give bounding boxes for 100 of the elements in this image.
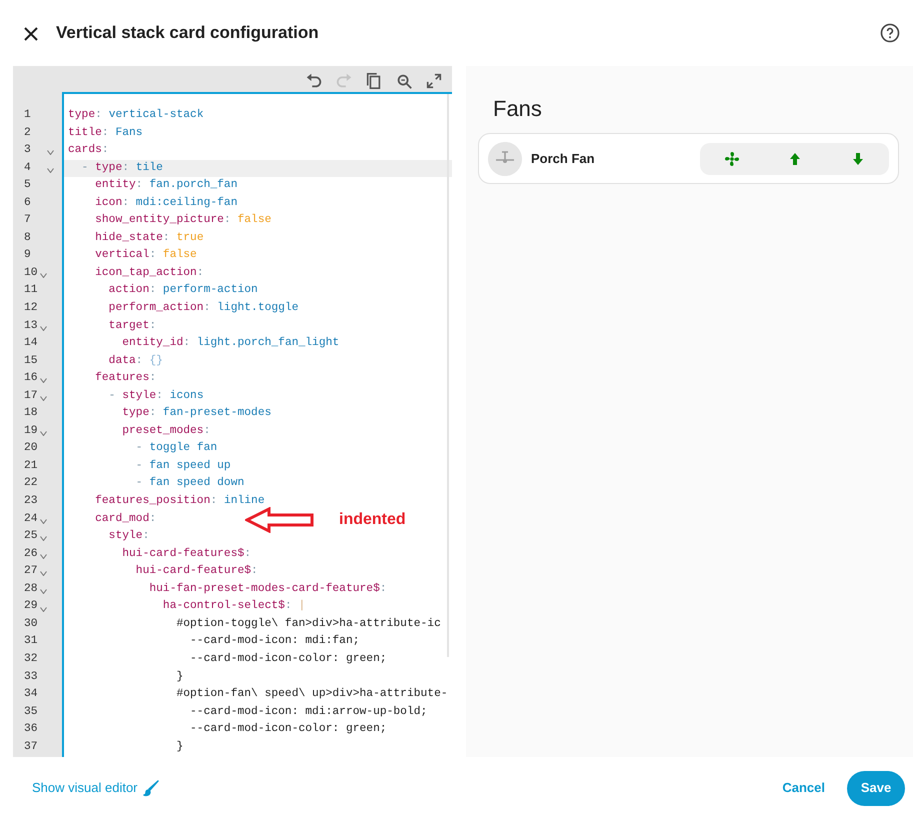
code-line: --card-mod-icon-color: green; [189, 723, 387, 736]
line-number: 18 [24, 406, 37, 422]
fold-chevron-icon[interactable] [40, 396, 47, 402]
line-number: 21 [24, 458, 37, 474]
fold-chevron-icon[interactable] [47, 150, 54, 156]
code-line: features: [94, 372, 156, 384]
line-number: 19 [24, 424, 37, 439]
code-line: entity_id: light.porch_fan_light [121, 337, 340, 350]
line-number: 14 [24, 336, 37, 352]
card-title: Fans [493, 96, 543, 122]
code-line: --card-mod-icon: mdi:arrow-up-bold; [189, 706, 428, 718]
line-number: 37 [24, 740, 37, 755]
fold-chevron-icon[interactable] [40, 554, 47, 559]
code-line: hui-fan-preset-modes-card-feature$: [148, 582, 387, 595]
line-number: 22 [24, 476, 37, 492]
line-number: 27 [24, 564, 37, 580]
code-line: --card-mod-icon: mdi:fan; [189, 635, 360, 648]
line-number: 36 [24, 722, 37, 738]
code-line: ha-control-select$: | [162, 600, 306, 612]
tile-name: Porch Fan [531, 150, 595, 168]
line-number: 2 [24, 126, 32, 141]
line-number: 10 [24, 266, 37, 281]
line-number: 30 [24, 616, 37, 632]
fold-chevron-icon[interactable] [40, 571, 47, 576]
line-number: 20 [24, 441, 37, 456]
arrow-up-icon [788, 152, 800, 166]
line-number: 24 [24, 512, 37, 527]
line-number: 1 [24, 108, 32, 123]
code-line: vertical: false [94, 249, 197, 262]
code-line: title: Fans [68, 126, 143, 139]
code-line: style: [108, 530, 150, 542]
code-line: - fan speed down [134, 477, 244, 490]
line-number: 7 [24, 213, 32, 228]
code-line: type: fan-preset-modes [121, 407, 272, 420]
tile-card[interactable]: Porch Fan [478, 133, 899, 184]
save-button[interactable]: Save [847, 770, 905, 806]
fold-chevron-icon[interactable] [47, 168, 54, 173]
code-line: cards: [68, 144, 109, 156]
code-line: features_position: inline [94, 495, 265, 508]
code-line: #option-toggle\ fan>div>ha-attribute-ic [175, 618, 441, 630]
line-number: 11 [24, 283, 37, 298]
line-number: 13 [24, 318, 37, 334]
code-line: icon_tap_action: [94, 266, 204, 279]
code-line: - style: icons [108, 390, 204, 402]
line-number: 26 [24, 546, 37, 562]
code-line: icon: mdi:ceiling-fan [94, 196, 238, 209]
line-number: 33 [24, 670, 37, 684]
line-number: 29 [24, 599, 37, 614]
line-number: 8 [24, 230, 32, 246]
fold-chevron-icon[interactable] [40, 606, 47, 612]
code-line: data: {} [108, 354, 163, 367]
code-line: #option-fan\ speed\ up>div>ha-attribute- [175, 688, 448, 700]
line-number: 15 [24, 354, 37, 369]
line-number: 3 [24, 143, 32, 158]
code-line: - type: tile [80, 162, 163, 174]
line-number: 4 [24, 160, 32, 176]
code-line: action: perform-action [108, 284, 258, 296]
code-line: entity: fan.porch_fan [94, 179, 238, 192]
line-number: 32 [24, 652, 37, 667]
fold-chevron-icon[interactable] [40, 518, 47, 524]
code-line: --card-mod-icon-color: green; [189, 652, 387, 665]
cancel-button[interactable]: Cancel [772, 772, 835, 804]
code-line: type: vertical-stack [68, 109, 204, 121]
line-number: 25 [24, 529, 37, 544]
code-line: hui-card-features$: [121, 548, 252, 560]
line-number: 6 [24, 196, 32, 211]
code-line: - fan speed up [134, 460, 231, 472]
line-number: 34 [24, 687, 37, 702]
dialog-title: Vertical stack card configuration [56, 22, 319, 44]
fan-icon [724, 150, 740, 167]
line-number: 5 [24, 178, 32, 194]
fold-chevron-icon[interactable] [40, 273, 47, 278]
line-number: 35 [24, 704, 37, 720]
code-line: card_mod: [94, 512, 156, 525]
fold-chevron-icon[interactable] [40, 431, 47, 436]
fold-chevron-icon[interactable] [40, 536, 47, 542]
line-number: 17 [24, 388, 37, 404]
code-line: - toggle fan [134, 442, 218, 454]
line-number: 31 [24, 634, 37, 650]
show-visual-editor-link[interactable]: Show visual editor [32, 778, 160, 798]
fold-chevron-icon[interactable] [40, 378, 47, 384]
code-line: perform_action: light.toggle [108, 302, 299, 314]
line-number: 16 [24, 371, 37, 386]
fold-chevron-icon[interactable] [40, 326, 47, 331]
code-line: hide_state: true [94, 232, 204, 244]
code-line: } [175, 740, 184, 753]
line-number: 9 [24, 248, 32, 264]
line-number: 28 [24, 582, 37, 597]
code-line: target: [108, 320, 156, 332]
brush-icon [142, 779, 160, 797]
code-line: preset_modes: [121, 424, 210, 437]
help-icon[interactable] [880, 23, 900, 43]
line-number: 23 [24, 494, 37, 510]
code-line: hui-card-feature$: [134, 565, 258, 578]
code-line: } [175, 670, 184, 682]
fold-chevron-icon[interactable] [40, 589, 47, 594]
line-number: 12 [24, 301, 37, 316]
code-line: show_entity_picture: false [94, 214, 272, 226]
left-arrow-icon [245, 507, 315, 533]
annotation-label: indented [339, 510, 406, 530]
